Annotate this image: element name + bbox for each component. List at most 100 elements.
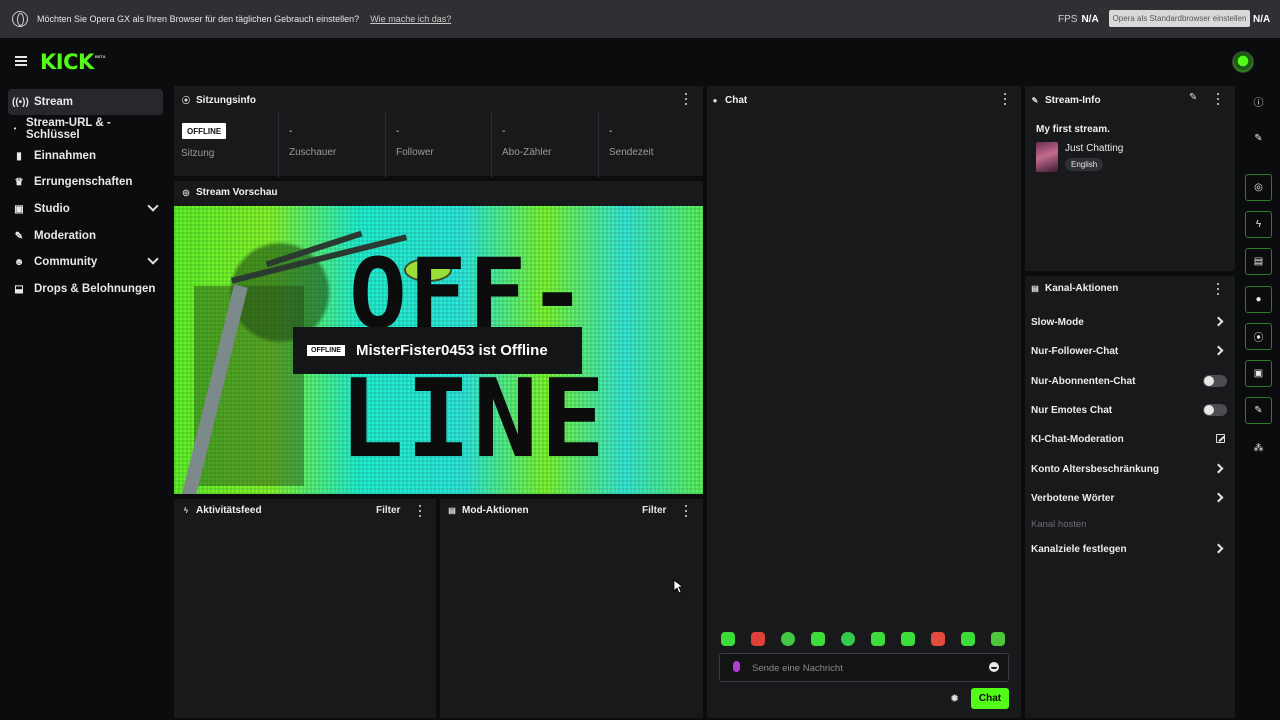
chevron-right-icon <box>1213 543 1224 554</box>
ai-moderation-row[interactable]: KI-Chat-Moderation <box>1031 430 1227 448</box>
stream-category: Just Chatting <box>1065 143 1124 154</box>
emote-icon[interactable] <box>871 632 885 646</box>
offline-bg-text-2: LINE <box>339 357 608 482</box>
panel-title: ϟ Aktivitätsfeed <box>182 505 262 516</box>
stat-label: Sitzung <box>181 148 215 159</box>
sidebar-item-stream-url[interactable]: • Stream-URL & -Schlüssel <box>8 116 163 142</box>
emote-icon[interactable] <box>811 632 825 646</box>
sidebar-item-label: Einnahmen <box>34 150 96 162</box>
emote-icon[interactable] <box>721 632 735 646</box>
session-info-panel: ⦿ Sitzungsinfo OFFLINE Sitzung - Zuschauer… <box>174 86 703 178</box>
channel-actions-title: Kanal-Aktionen <box>1045 283 1119 294</box>
stat-label: Abo-Zähler <box>502 147 552 158</box>
row-label: Nur Emotes Chat <box>1031 404 1113 416</box>
category-thumbnail <box>1036 142 1058 172</box>
stat-sendezeit: - Sendezeit <box>598 112 703 178</box>
emote-icon[interactable] <box>931 632 945 646</box>
more-options-icon[interactable] <box>684 505 688 517</box>
more-options-icon[interactable] <box>1216 93 1220 105</box>
sidebar-item-moderation[interactable]: ✎ Moderation <box>8 223 163 249</box>
emote-icon[interactable] <box>781 632 795 646</box>
subscriber-chat-toggle[interactable] <box>1203 375 1227 387</box>
sidebar-item-stream[interactable]: ((•)) Stream <box>8 89 163 115</box>
mod-actions-title: Mod-Aktionen <box>462 505 529 516</box>
activity-filter-button[interactable]: Filter <box>376 505 400 516</box>
sidebar-item-label: Community <box>34 256 98 268</box>
chat-panel: ● Chat <box>707 86 1021 718</box>
add-widget-icon[interactable]: ⁂ <box>1251 441 1266 456</box>
wrench-icon[interactable]: ✎ <box>1245 397 1272 424</box>
broadcast-icon[interactable]: ⦿ <box>1245 323 1272 350</box>
sidebar-item-drops[interactable]: ⬓ Drops & Belohnungen <box>8 276 163 302</box>
chat-input-box[interactable] <box>719 653 1009 682</box>
panel-title: ◎ Stream Vorschau <box>182 187 278 198</box>
broadcast-icon: ((•)) <box>12 96 29 108</box>
more-options-icon[interactable] <box>418 505 422 517</box>
microphone-icon[interactable] <box>733 661 740 672</box>
trophy-icon: ♛ <box>14 176 24 188</box>
kick-logo[interactable]: KICK <box>40 50 94 74</box>
document-icon[interactable]: ▤ <box>1245 248 1272 275</box>
session-title: Sitzungsinfo <box>196 95 256 106</box>
stat-zuschauer: - Zuschauer <box>278 112 385 178</box>
channel-icon[interactable]: ▣ <box>1245 360 1272 387</box>
banned-words-row[interactable]: Verbotene Wörter <box>1031 489 1227 507</box>
more-options-icon[interactable] <box>1216 283 1220 295</box>
gear-icon[interactable]: ✹ <box>950 692 959 705</box>
row-label: Slow-Mode <box>1031 316 1084 328</box>
beta-label: BETA <box>95 54 106 59</box>
browser-notification-bar: Möchten Sie Opera GX als Ihren Browser f… <box>0 0 1280 38</box>
row-label: Kanal hosten <box>1031 518 1087 530</box>
more-options-icon[interactable] <box>1003 93 1007 105</box>
stat-value: - <box>289 126 293 137</box>
sidebar-item-studio[interactable]: ▣ Studio <box>8 196 163 222</box>
more-options-icon[interactable] <box>684 93 688 105</box>
offline-tag: OFFLINE <box>307 345 345 356</box>
row-label: Verbotene Wörter <box>1031 492 1115 504</box>
mod-filter-button[interactable]: Filter <box>642 505 666 516</box>
emote-icon[interactable] <box>901 632 915 646</box>
age-restriction-row[interactable]: Konto Altersbeschränkung <box>1031 460 1227 478</box>
emote-icon[interactable] <box>961 632 975 646</box>
how-to-link[interactable]: Wie mache ich das? <box>370 14 451 24</box>
notification-message: Möchten Sie Opera GX als Ihren Browser f… <box>37 14 360 24</box>
chat-bubble-icon: ● <box>712 96 718 105</box>
broadcast-icon: ⦿ <box>182 96 190 105</box>
channel-goals-row[interactable]: Kanalziele festlegen <box>1031 540 1227 558</box>
emote-icon[interactable] <box>751 632 765 646</box>
sidebar-item-community[interactable]: ☻ Community <box>8 249 163 275</box>
chat-message-input[interactable] <box>752 660 972 676</box>
emotes-chat-toggle[interactable] <box>1203 404 1227 416</box>
fps-label: FPS <box>1058 13 1078 25</box>
sidebar-item-label: Stream <box>34 96 73 108</box>
activity-feed-panel: ϟ Aktivitätsfeed Filter <box>174 499 436 718</box>
external-link-icon <box>1216 434 1225 443</box>
chat-send-button[interactable]: Chat <box>971 688 1009 709</box>
emotes-chat-row: Nur Emotes Chat <box>1031 401 1227 419</box>
slow-mode-row[interactable]: Slow-Mode <box>1031 313 1227 331</box>
avatar[interactable] <box>1232 51 1254 73</box>
preview-icon: ◎ <box>182 188 190 197</box>
sidebar-item-einnahmen[interactable]: ▮ Einnahmen <box>8 143 163 169</box>
chat-bubble-icon[interactable]: ● <box>1245 286 1272 313</box>
pencil-icon[interactable]: ✎ <box>1251 131 1266 146</box>
menu-icon[interactable] <box>15 56 27 66</box>
stat-follower: - Follower <box>385 112 491 178</box>
emote-icon[interactable] <box>991 632 1005 646</box>
follower-chat-row[interactable]: Nur-Follower-Chat <box>1031 342 1227 360</box>
stat-value: - <box>502 126 506 137</box>
stat-label: Follower <box>396 147 434 158</box>
emoji-icon[interactable] <box>989 662 999 672</box>
preview-toggle-icon[interactable]: ◎ <box>1245 174 1272 201</box>
lightning-icon[interactable]: ϟ <box>1245 211 1272 238</box>
stat-sitzung: Sitzung <box>174 112 278 178</box>
info-icon[interactable]: ⓘ <box>1251 94 1266 109</box>
sidebar-item-errungenschaften[interactable]: ♛ Errungenschaften <box>8 169 163 195</box>
fps-value: N/A <box>1081 13 1099 25</box>
drops-icon: ⬓ <box>14 283 24 295</box>
emote-icon[interactable] <box>841 632 855 646</box>
edit-icon[interactable]: ✎ <box>1189 92 1197 103</box>
dot-icon: • <box>13 125 17 133</box>
stream-preview[interactable]: OFF- LINE OFFLINE MisterFister0453 ist O… <box>174 206 703 494</box>
set-default-browser-button[interactable]: Opera als Standardbrowser einstellen <box>1109 10 1250 27</box>
